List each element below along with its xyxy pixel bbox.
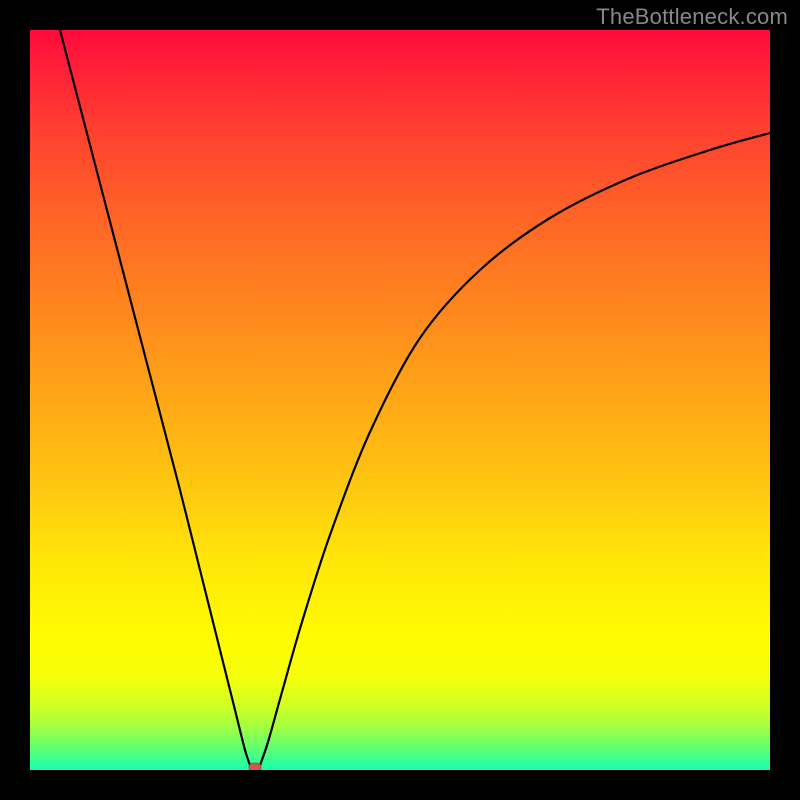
watermark-text: TheBottleneck.com — [596, 4, 788, 30]
min-marker — [249, 763, 261, 770]
chart-frame: TheBottleneck.com — [0, 0, 800, 800]
curve-layer — [30, 30, 770, 770]
plot-area — [30, 30, 770, 770]
bottleneck-curve — [60, 30, 770, 768]
